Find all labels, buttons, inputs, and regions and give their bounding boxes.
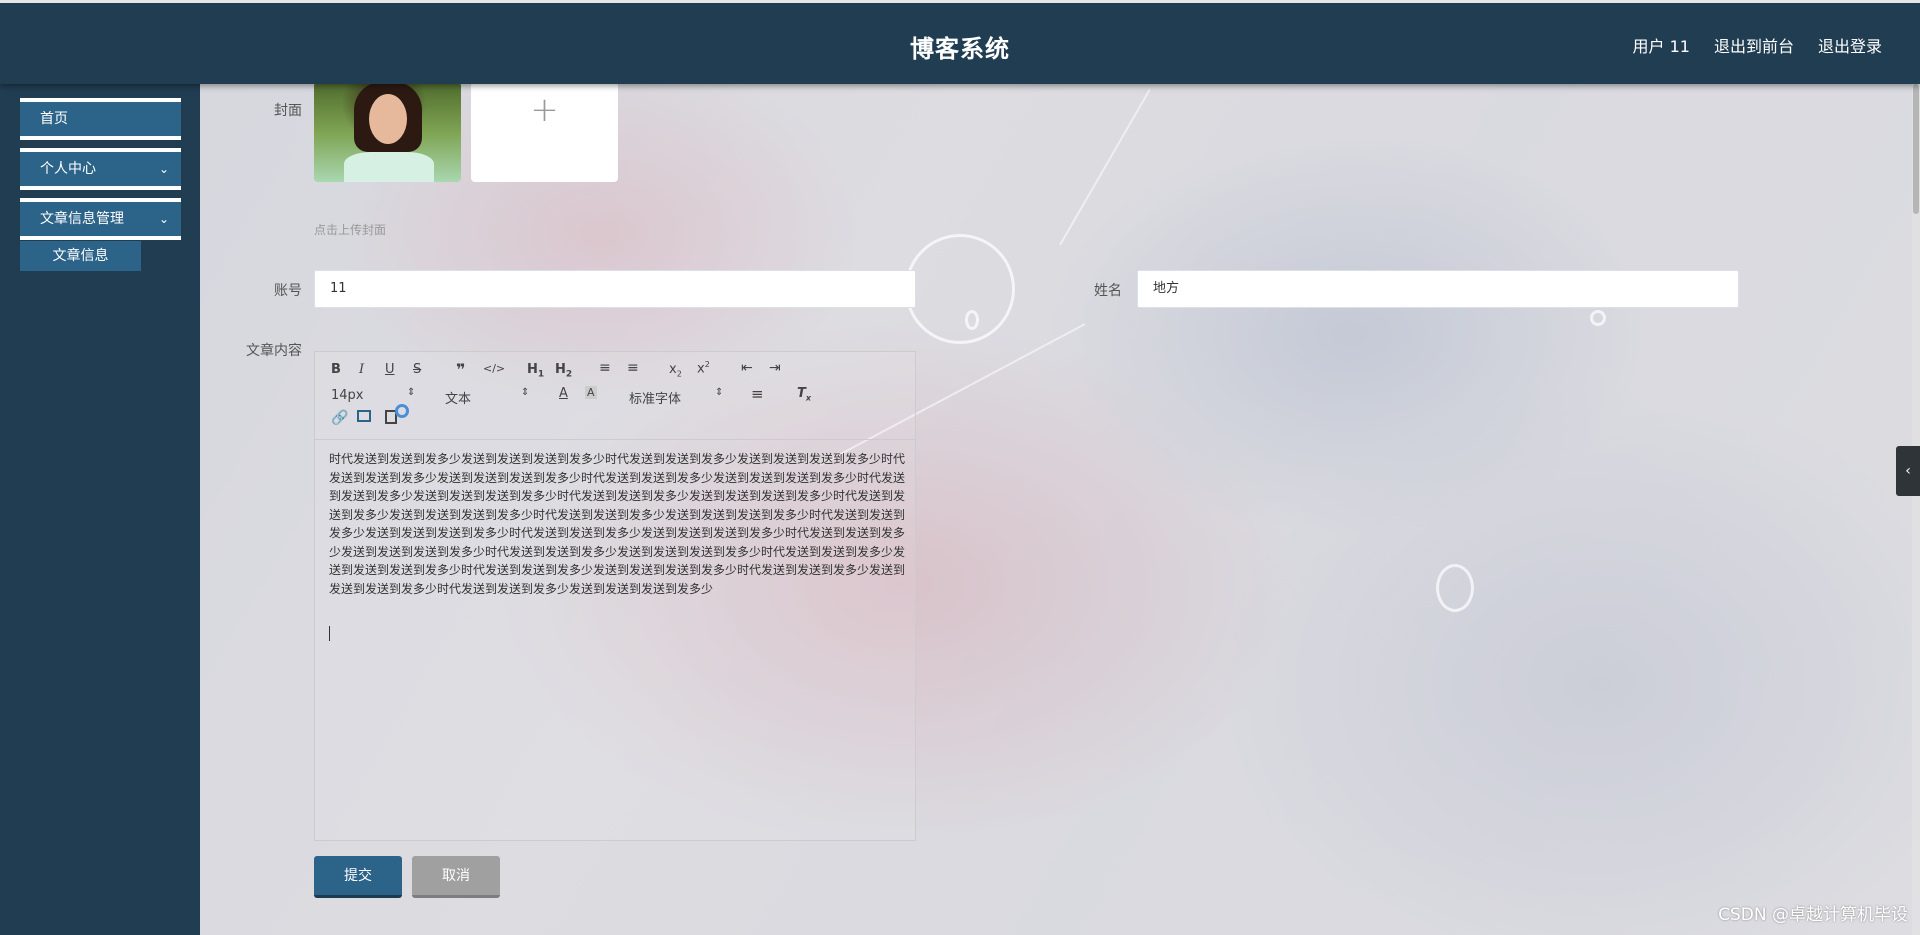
background-decoration <box>1436 564 1474 612</box>
chevron-down-icon: ⌄ <box>158 212 169 226</box>
editor-content[interactable]: 时代发送到发送到发多少发送到发送到发送到发多少时代发送到发送到发多少发送到发送到… <box>329 450 905 598</box>
watermark: CSDN @卓越计算机毕设 <box>1718 905 1908 925</box>
ordered-list-icon[interactable]: ≡ <box>599 360 611 376</box>
chevron-left-icon: ‹ <box>1905 463 1911 479</box>
image-icon[interactable] <box>357 410 371 422</box>
logout-link[interactable]: 退出登录 <box>1818 33 1882 57</box>
bold-icon[interactable]: B <box>331 362 341 377</box>
outdent-icon[interactable]: ⇤ <box>741 360 753 376</box>
cover-upload-button[interactable]: + <box>471 84 618 182</box>
code-block-icon[interactable]: </> <box>483 362 505 375</box>
upload-hint: 点击上传封面 <box>314 223 387 237</box>
exit-to-front-link[interactable]: 退出到前台 <box>1714 33 1794 57</box>
clear-format-icon[interactable]: Tx <box>797 386 811 403</box>
select-arrows-icon: ⇕ <box>715 387 724 398</box>
cover-image[interactable] <box>314 84 461 182</box>
editor-toolbar: B I U S ❞ </> H1 H2 ≡ ≡ x2 x2 ⇤ ⇥ 14px ⇕… <box>315 352 915 440</box>
sidebar-item-label: 文章信息管理 <box>40 211 124 227</box>
select-arrows-icon: ⇕ <box>521 387 530 398</box>
name-field[interactable]: 地方 <box>1137 270 1739 308</box>
italic-icon[interactable]: I <box>359 362 364 377</box>
name-label: 姓名 <box>1094 283 1122 299</box>
scrollbar-thumb[interactable] <box>1913 84 1919 214</box>
chevron-down-icon: ⌄ <box>158 162 169 176</box>
font-size-select[interactable]: 14px <box>331 388 364 403</box>
top-header: 博客系统 用户 11 退出到前台 退出登录 <box>0 0 1920 84</box>
sidebar-item-home[interactable]: 首页 <box>20 98 181 140</box>
content-label: 文章内容 <box>246 343 302 359</box>
text-caret <box>329 626 330 641</box>
sidebar-item-personal-center[interactable]: 个人中心 ⌄ <box>20 148 181 190</box>
cursor-indicator-icon <box>395 404 409 418</box>
rich-text-editor[interactable]: B I U S ❞ </> H1 H2 ≡ ≡ x2 x2 ⇤ ⇥ 14px ⇕… <box>314 351 916 841</box>
sidebar-subitem-article-info[interactable]: 文章信息 <box>20 241 141 271</box>
heading1-icon[interactable]: H1 <box>527 362 544 380</box>
sidebar-item-label: 个人中心 <box>40 161 96 177</box>
main-content: 封面 + 点击上传封面 账号 11 姓名 地方 文章内容 B I U S ❞ <… <box>200 84 1920 935</box>
font-family-select[interactable]: 标准字体 <box>629 388 681 407</box>
submit-button[interactable]: 提交 <box>314 856 402 898</box>
background-decoration <box>965 310 979 330</box>
align-icon[interactable]: ≡ <box>751 385 764 403</box>
cover-label: 封面 <box>274 103 302 119</box>
blockquote-icon[interactable]: ❞ <box>456 360 465 379</box>
side-panel-toggle[interactable]: ‹ <box>1896 446 1920 496</box>
font-color-icon[interactable]: A <box>559 386 568 401</box>
heading2-icon[interactable]: H2 <box>555 362 572 380</box>
text-type-select[interactable]: 文本 <box>445 388 471 407</box>
plus-icon: + <box>530 90 559 130</box>
background-decoration <box>905 234 1015 344</box>
link-icon[interactable]: 🔗 <box>331 410 348 426</box>
superscript-icon[interactable]: x2 <box>697 360 710 376</box>
select-arrows-icon: ⇕ <box>407 387 416 398</box>
strikethrough-icon[interactable]: S <box>413 362 421 377</box>
cancel-button[interactable]: 取消 <box>412 856 500 898</box>
underline-icon[interactable]: U <box>385 362 395 377</box>
sidebar: 首页 个人中心 ⌄ 文章信息管理 ⌄ 文章信息 <box>0 84 200 935</box>
sidebar-item-article-management[interactable]: 文章信息管理 ⌄ <box>20 198 181 240</box>
sidebar-item-label: 首页 <box>40 111 68 127</box>
bullet-list-icon[interactable]: ≡ <box>627 360 639 376</box>
background-decoration <box>1590 310 1606 326</box>
indent-icon[interactable]: ⇥ <box>769 360 781 376</box>
page-scrollbar[interactable] <box>1912 84 1920 935</box>
background-color-icon[interactable]: A <box>585 386 597 399</box>
header-nav: 用户 11 退出到前台 退出登录 <box>1633 33 1882 57</box>
account-field[interactable]: 11 <box>314 270 916 308</box>
account-label: 账号 <box>274 283 302 299</box>
subscript-icon[interactable]: x2 <box>669 362 682 379</box>
current-user-link[interactable]: 用户 11 <box>1633 33 1690 57</box>
